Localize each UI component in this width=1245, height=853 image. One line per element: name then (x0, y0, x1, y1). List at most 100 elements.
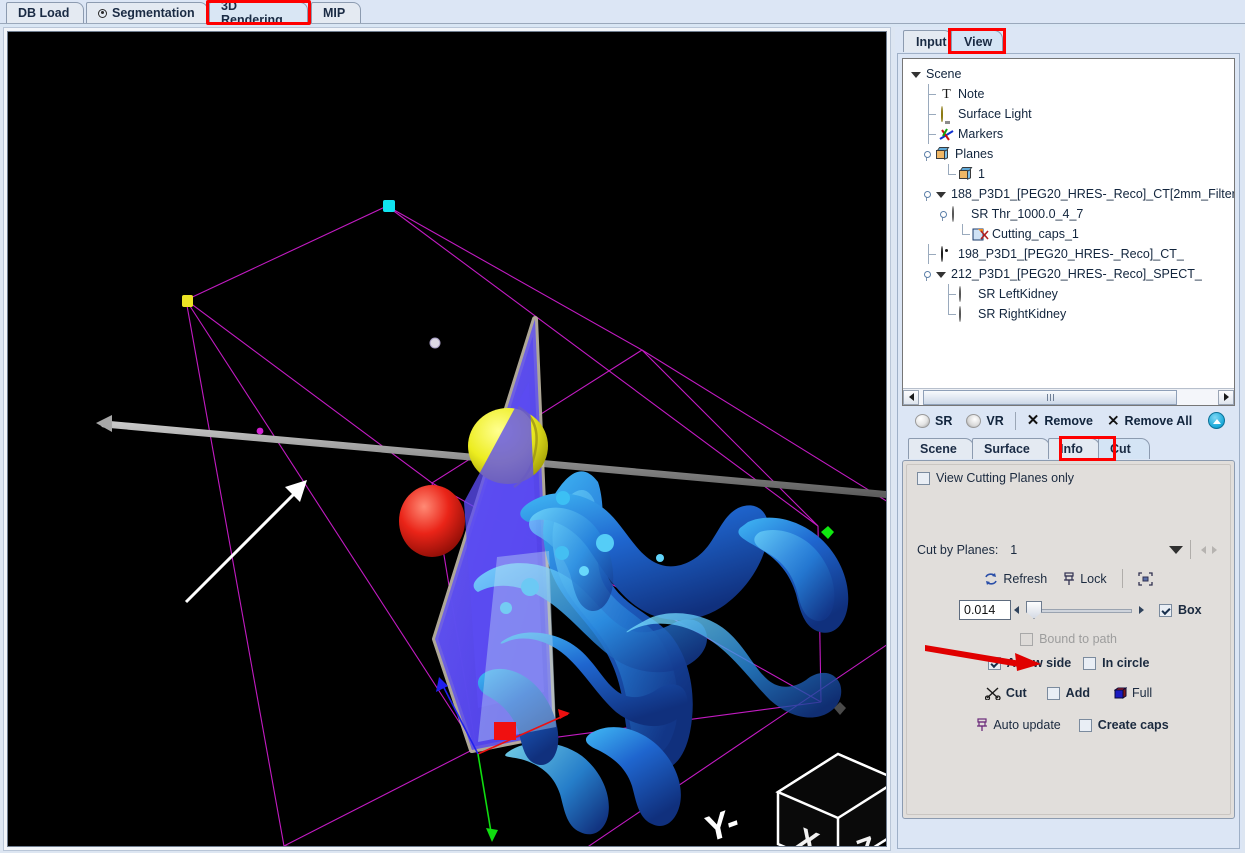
tab-db-load[interactable]: DB Load (6, 2, 84, 23)
tab-view[interactable]: View (951, 30, 1003, 52)
bound-to-path-checkbox[interactable] (1020, 632, 1034, 646)
tree-elbow (957, 224, 971, 244)
thickness-value-input[interactable]: 0.014 (959, 600, 1011, 620)
tree-item-label: 212_P3D1_[PEG20_HRES-_Reco]_SPECT_ (951, 267, 1202, 281)
tree-item-plane-1[interactable]: 1 (909, 164, 1234, 184)
chevron-down-icon[interactable] (1169, 545, 1183, 554)
markers-axes-icon (938, 127, 955, 142)
box-label: Box (1178, 603, 1202, 617)
tree-item-cutting-caps[interactable]: Cutting_caps_1 (909, 224, 1234, 244)
add-checkbox[interactable] (1046, 686, 1060, 700)
slider-thumb[interactable] (1026, 601, 1042, 619)
tab-surface[interactable]: Surface (972, 438, 1050, 459)
chevron-down-icon[interactable] (934, 268, 947, 281)
remove-all-button[interactable]: ⨯ Remove All (1100, 410, 1199, 432)
tree-expand-handle-icon[interactable] (920, 148, 933, 161)
tab-segmentation[interactable]: Segmentation (86, 2, 208, 23)
tree-item-label: Note (958, 87, 985, 101)
scrollbar-thumb[interactable] (923, 389, 1177, 405)
full-button[interactable]: Full (1106, 686, 1160, 700)
create-caps-checkbox[interactable] (1078, 718, 1092, 732)
auto-update-button[interactable]: Auto update (968, 718, 1068, 732)
sr-label: SR (935, 413, 953, 428)
tab-mip[interactable]: MIP (311, 2, 361, 23)
scene-tree[interactable]: Scene T Note Surface Light Markers Plane… (903, 59, 1234, 388)
vr-button[interactable]: VR (959, 410, 1010, 432)
scissors-icon (984, 686, 1001, 701)
in-circle-checkbox[interactable] (1083, 656, 1097, 670)
tree-elbow (923, 84, 937, 104)
right-panel: Input View Scene T Note Surface Light Ma… (895, 27, 1242, 851)
tab-input-label: Input (916, 34, 947, 49)
cut-button[interactable]: Cut (977, 686, 1035, 701)
tree-item-planes[interactable]: Planes (909, 144, 1234, 164)
view-tab-bar: Input View (895, 27, 1242, 54)
refresh-label: Refresh (1003, 571, 1048, 586)
tree-item-sr-rightkidney[interactable]: SR RightKidney (909, 304, 1234, 324)
tab-scene[interactable]: Scene (908, 438, 974, 459)
tree-item-surface-light[interactable]: Surface Light (909, 104, 1234, 124)
box-checkbox[interactable] (1159, 603, 1172, 617)
cut-add-full-row: Cut Add Full (917, 686, 1220, 701)
lock-button[interactable]: Lock (1055, 572, 1114, 586)
tab-info[interactable]: Info (1048, 438, 1100, 459)
tree-elbow (923, 104, 937, 124)
scrollbar-track[interactable] (919, 389, 1218, 405)
up-arrow-circle-icon[interactable] (1208, 412, 1225, 429)
property-tab-bar: Scene Surface Info Cut (902, 436, 1235, 461)
tree-expand-handle-icon[interactable] (920, 188, 933, 201)
scroll-left-arrow-icon[interactable] (903, 389, 919, 405)
tree-item-note[interactable]: T Note (909, 84, 1234, 104)
tree-expand-handle-icon[interactable] (936, 208, 949, 221)
increase-thickness-arrow-icon[interactable] (1136, 602, 1147, 618)
tree-item-label: 198_P3D1_[PEG20_HRES-_Reco]_CT_ (958, 247, 1184, 261)
tree-item-markers[interactable]: Markers (909, 124, 1234, 144)
close-all-x-icon: ⨯ (1106, 411, 1120, 429)
fit-frame-icon (1137, 571, 1153, 586)
cutting-caps-icon (972, 227, 989, 242)
tab-cut[interactable]: Cut (1098, 438, 1150, 459)
tab-3d-rendering[interactable]: 3D Rendering (209, 0, 308, 27)
cube-icon (935, 146, 952, 162)
tree-item-label: Cutting_caps_1 (992, 227, 1079, 241)
bound-to-path-row[interactable]: Bound to path (917, 632, 1220, 646)
handle-mid-magenta (256, 427, 264, 435)
view-cutting-planes-only-checkbox[interactable] (917, 471, 930, 485)
divider (1190, 540, 1191, 559)
handle-corner-yellow (182, 295, 193, 307)
sphere-sr-icon (915, 413, 930, 428)
tree-item-sr-thr[interactable]: SR Thr_1000.0_4_7 (909, 204, 1234, 224)
view-cutting-planes-only-label: View Cutting Planes only (936, 471, 1075, 485)
sphere-icon (958, 285, 975, 302)
thickness-slider[interactable] (1026, 601, 1132, 619)
chevron-down-icon[interactable] (909, 68, 922, 81)
lock-label: Lock (1080, 571, 1107, 586)
tab-scene-label: Scene (920, 442, 957, 456)
tree-item-series-188[interactable]: 188_P3D1_[PEG20_HRES-_Reco]_CT[2mm_Filte… (909, 184, 1234, 204)
tab-input[interactable]: Input (903, 30, 953, 52)
fit-frame-button[interactable] (1130, 571, 1161, 586)
tree-item-label: Markers (958, 127, 1004, 141)
tree-horizontal-scrollbar[interactable] (903, 388, 1234, 405)
next-plane-arrow-icon[interactable] (1209, 542, 1220, 558)
handle-corner-cyan (383, 200, 395, 212)
tree-item-series-198[interactable]: 198_P3D1_[PEG20_HRES-_Reco]_CT_ (909, 244, 1234, 264)
tree-item-series-212[interactable]: 212_P3D1_[PEG20_HRES-_Reco]_SPECT_ (909, 264, 1234, 284)
tree-item-sr-leftkidney[interactable]: SR LeftKidney (909, 284, 1234, 304)
sr-button[interactable]: SR (908, 410, 959, 432)
tree-item-scene[interactable]: Scene (909, 64, 1234, 84)
arrow-side-checkbox[interactable] (987, 656, 1001, 670)
sphere-icon (958, 305, 975, 322)
view-cutting-planes-only-row[interactable]: View Cutting Planes only (917, 471, 1220, 485)
arrow-side-label: Arrow side (1006, 656, 1072, 670)
refresh-button[interactable]: Refresh (976, 572, 1055, 586)
tree-expand-handle-icon[interactable] (920, 268, 933, 281)
arrow-side-row: Arrow side In circle (917, 656, 1220, 670)
scroll-right-arrow-icon[interactable] (1218, 389, 1234, 405)
3d-render-viewport[interactable]: Y- X Z (7, 31, 887, 847)
previous-plane-arrow-icon[interactable] (1198, 542, 1209, 558)
chevron-down-icon[interactable] (934, 188, 947, 201)
add-label: Add (1065, 686, 1090, 700)
decrease-thickness-arrow-icon[interactable] (1011, 602, 1022, 618)
remove-button[interactable]: ✕ Remove (1020, 410, 1100, 432)
